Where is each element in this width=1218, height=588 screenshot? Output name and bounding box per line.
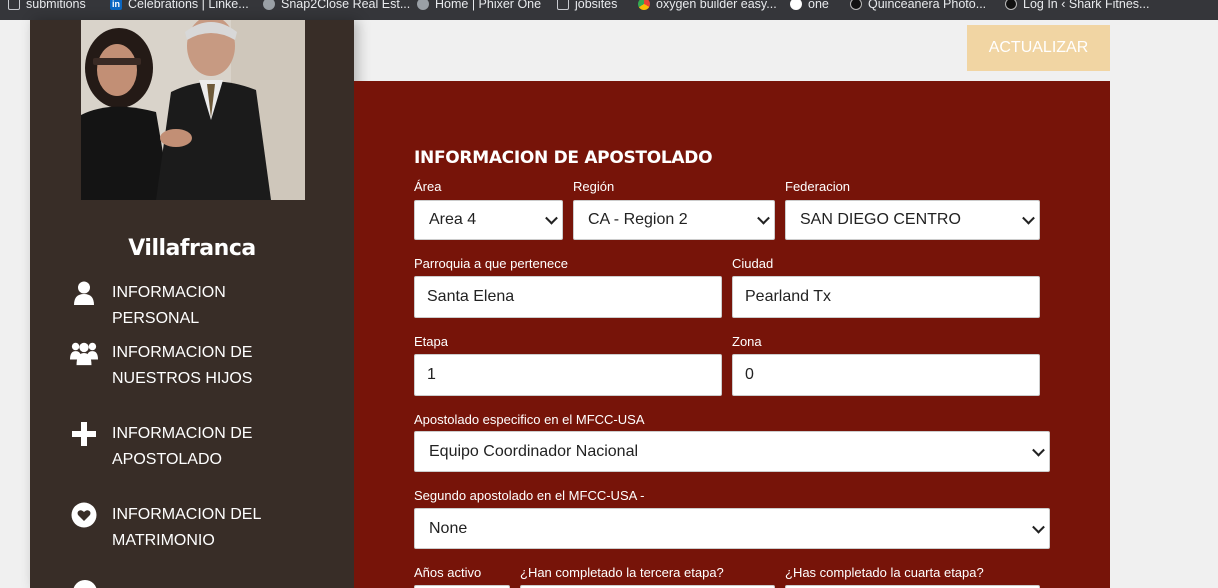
bookmark-label: one [808,0,829,11]
circle-icon [73,580,97,588]
region-label: Región [573,179,615,194]
chrome-icon [638,0,650,10]
users-icon [70,340,98,366]
chevron-down-icon [545,211,558,225]
apostolado-label: Apostolado especifico en el MFCC-USA [414,412,645,427]
apostolado-select[interactable]: Equipo Coordinador Nacional [414,431,1050,472]
bookmark-submitions[interactable]: submitions [8,0,86,14]
zona-value: 0 [745,366,754,383]
area-select[interactable]: Area 4 [414,200,563,240]
bookmark-quinceanera[interactable]: Quinceanera Photo... [850,0,986,14]
profile-photo [81,20,305,200]
bookmark-label: jobsites [575,0,618,11]
bookmark-label: Quinceanera Photo... [868,0,987,11]
federacion-select[interactable]: SAN DIEGO CENTRO [785,200,1040,240]
sidebar-item-personal[interactable]: INFORMACION PERSONAL [70,280,312,332]
apostolado-value: Equipo Coordinador Nacional [429,442,639,460]
area-label: Área [414,179,442,194]
bookmark-snap2close[interactable]: Snap2Close Real Est... [263,0,410,14]
info-icon [790,0,802,10]
tercera-etapa-label: ¿Han completado la tercera etapa? [520,565,724,580]
bookmark-oxygen[interactable]: oxygen builder easy... [638,0,777,14]
ciudad-input[interactable]: Pearland Tx [732,276,1040,318]
etapa-value: 1 [427,366,436,383]
region-value: CA - Region 2 [588,211,688,228]
bookmark-label: submitions [26,0,86,11]
ciudad-value: Pearland Tx [745,288,831,305]
segundo-apostolado-value: None [429,519,468,537]
page-icon [8,0,20,10]
sidebar-item-label: INFORMACION DEL MATRIMONIO [112,506,261,549]
site-icon [1005,0,1017,10]
sidebar-item-label: INFORMACION PERSONAL [112,284,226,327]
bookmark-jobsites[interactable]: jobsites [557,0,617,14]
sidebar-item-label: INFORMACION DE NUESTROS HIJOS [112,344,253,387]
globe-icon [417,0,429,10]
sidebar-item-matrimonio[interactable]: INFORMACION DEL MATRIMONIO [70,502,312,554]
bookmark-label: oxygen builder easy... [656,0,777,11]
chevron-down-icon [1022,211,1035,225]
plus-icon [70,421,98,447]
region-select[interactable]: CA - Region 2 [573,200,775,240]
federacion-label: Federacion [785,179,851,194]
globe-icon [263,0,275,10]
bookmark-label: Log In ‹ Shark Fitnes... [1023,0,1150,11]
chevron-down-icon [1032,520,1045,534]
linkedin-icon: in [110,0,122,10]
zona-input[interactable]: 0 [732,354,1040,396]
parroquia-input[interactable]: Santa Elena [414,276,722,318]
sidebar-item-hijos[interactable]: INFORMACION DE NUESTROS HIJOS [70,340,312,392]
chevron-down-icon [757,211,770,225]
segundo-apostolado-select[interactable]: None [414,508,1050,549]
segundo-apostolado-label: Segundo apostolado en el MFCC-USA - [414,488,645,503]
page-icon [557,0,569,10]
anos-activo-label: Años activo [414,565,482,580]
update-button[interactable]: ACTUALIZAR [967,25,1110,71]
profile-sidebar: Villafranca INFORMACION PERSONAL INFORMA… [30,20,354,588]
profile-name: Villafranca [128,236,256,261]
heart-icon [70,502,98,528]
etapa-label: Etapa [414,334,448,349]
bookmark-phixer[interactable]: Home | Phixer One [417,0,541,14]
parroquia-label: Parroquia a que pertenece [414,256,568,271]
bookmark-label: Home | Phixer One [435,0,542,11]
bookmark-celebrations[interactable]: in Celebrations | Linke... [110,0,249,14]
section-title: INFORMACION DE APOSTOLADO [414,148,713,168]
bookmark-shark-fitness[interactable]: Log In ‹ Shark Fitnes... [1005,0,1149,14]
zona-label: Zona [732,334,762,349]
ciudad-label: Ciudad [732,256,774,271]
cuarta-etapa-label: ¿Has completado la cuarta etapa? [785,565,984,580]
sidebar-item-apostolado[interactable]: INFORMACION DE APOSTOLADO [70,421,312,473]
etapa-input[interactable]: 1 [414,354,722,396]
bookmark-one[interactable]: one [790,0,829,14]
area-value: Area 4 [429,211,477,228]
sidebar-item-label: INFORMACION DE APOSTOLADO [112,425,253,468]
parroquia-value: Santa Elena [427,288,515,305]
federacion-value: SAN DIEGO CENTRO [800,211,961,228]
bookmark-label: Snap2Close Real Est... [281,0,411,11]
user-icon [70,280,98,306]
chevron-down-icon [1032,443,1045,457]
bookmarks-bar: submitions in Celebrations | Linke... Sn… [0,0,1218,20]
site-icon [850,0,862,10]
bookmark-label: Celebrations | Linke... [128,0,249,11]
apostolado-form: INFORMACION DE APOSTOLADO Área Area 4 Re… [354,81,1110,588]
